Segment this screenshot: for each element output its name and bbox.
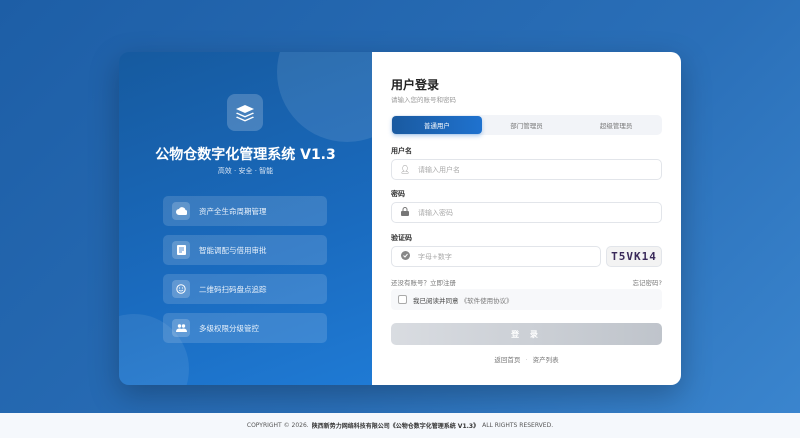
username-placeholder: 请输入用户名 — [418, 165, 460, 174]
feature-item: 多级权限分级管控 — [163, 313, 327, 343]
agree-checkbox[interactable] — [398, 295, 407, 304]
captcha-placeholder: 字母+数字 — [418, 252, 452, 261]
system-tagline: 高效 · 安全 · 智能 — [217, 167, 274, 175]
decor-circle — [277, 52, 372, 142]
feature-item: 资产全生命周期管理 — [163, 196, 327, 226]
tab-super-admin[interactable]: 超级管理员 — [571, 116, 661, 134]
captcha-image[interactable]: T5VK14 — [606, 246, 662, 267]
login-subtitle: 请输入您的账号和密码 — [391, 96, 456, 104]
home-link[interactable]: 返回首页 — [494, 356, 520, 364]
agree-text: 我已阅读并同意 — [413, 296, 459, 305]
feature-item: 二维码扫码盘点追踪 — [163, 274, 327, 304]
smile-icon — [172, 280, 190, 298]
cloud-icon — [172, 202, 190, 220]
check-circle-icon — [400, 251, 410, 262]
feature-label: 资产全生命周期管理 — [199, 206, 267, 216]
asset-list-link[interactable]: 资产列表 — [533, 356, 559, 364]
password-label: 密码 — [391, 190, 405, 198]
company-name: 陕西新势力网络科技有限公司《公物仓数字化管理系统 V1.3》 — [311, 423, 480, 430]
tab-dept-admin[interactable]: 部门管理员 — [482, 116, 572, 134]
user-icon: 👤︎ — [400, 165, 411, 174]
feature-label: 二维码扫码盘点追踪 — [199, 284, 267, 294]
copyright-text: COPYRIGHT © 2026. — [246, 422, 309, 429]
password-input[interactable]: 请输入密码 — [391, 202, 662, 223]
captcha-input[interactable]: 字母+数字 — [391, 246, 601, 267]
forgot-password-link[interactable]: 忘记密码? — [633, 277, 662, 287]
rights-text: ALL RIGHTS RESERVED. — [482, 422, 554, 429]
feature-label: 智能调配与借用审批 — [199, 245, 267, 255]
feature-item: 智能调配与借用审批 — [163, 235, 327, 265]
lock-icon — [400, 207, 410, 218]
register-link[interactable]: 还没有账号？立即注册 — [391, 277, 456, 287]
bottom-links: 返回首页 · 资产列表 — [391, 354, 662, 364]
password-placeholder: 请输入密码 — [418, 208, 453, 217]
username-input[interactable]: 👤︎ 请输入用户名 — [391, 159, 662, 180]
agreement-row: 我已阅读并同意 《软件使用协议》 — [391, 289, 662, 310]
footer: COPYRIGHT © 2026. 陕西新势力网络科技有限公司《公物仓数字化管理系… — [0, 413, 800, 438]
users-icon — [172, 319, 190, 337]
brand-panel: 公物仓数字化管理系统 V1.3 高效 · 安全 · 智能 资产全生命周期管理 智… — [119, 52, 372, 385]
login-panel: 用户登录 请输入您的账号和密码 普通用户 部门管理员 超级管理员 用户名 👤︎ 请… — [372, 52, 681, 385]
username-label: 用户名 — [391, 147, 412, 155]
login-button[interactable]: 登 录 — [391, 323, 662, 345]
document-icon — [172, 241, 190, 259]
login-title: 用户登录 — [391, 78, 440, 92]
separator: · — [525, 356, 528, 364]
system-title: 公物仓数字化管理系统 V1.3 — [155, 147, 336, 163]
captcha-label: 验证码 — [391, 234, 412, 242]
layers-icon — [227, 94, 263, 131]
tab-normal-user[interactable]: 普通用户 — [392, 116, 482, 134]
agreement-link[interactable]: 《软件使用协议》 — [461, 295, 513, 305]
feature-label: 多级权限分级管控 — [199, 323, 259, 333]
login-card: 公物仓数字化管理系统 V1.3 高效 · 安全 · 智能 资产全生命周期管理 智… — [119, 52, 681, 385]
role-tabs: 普通用户 部门管理员 超级管理员 — [391, 115, 662, 135]
account-links: 还没有账号？立即注册 忘记密码? — [391, 277, 662, 287]
